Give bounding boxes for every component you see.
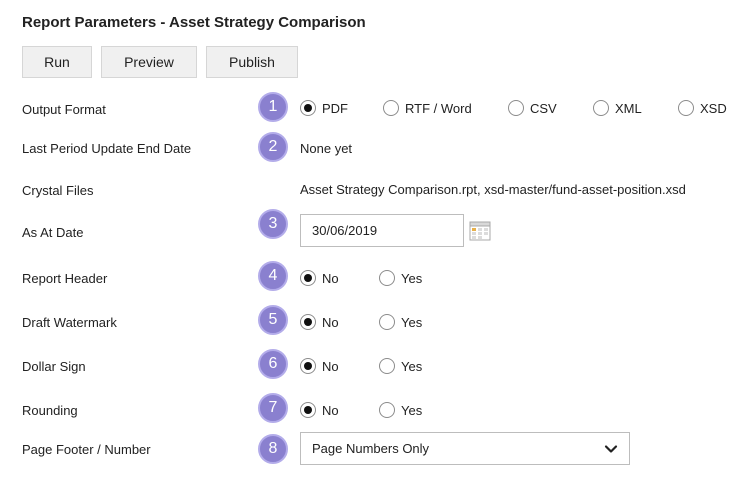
draft-watermark-no-radio[interactable]: No [300,314,339,330]
as-at-date-input[interactable]: 30/06/2019 [300,214,464,247]
radio-button[interactable] [300,314,316,330]
as-at-date-label: As At Date [22,225,84,240]
output-format-csv-radio[interactable]: CSV [508,100,557,116]
output-format-pdf-radio[interactable]: PDF [300,100,348,116]
publish-button[interactable]: Publish [206,46,298,78]
radio-button[interactable] [379,358,395,374]
step-badge-6: 6 [258,349,288,379]
radio-label: Yes [401,270,423,286]
last-period-value: None yet [300,141,353,156]
chevron-down-icon [604,444,618,453]
radio-button[interactable] [300,270,316,286]
page-footer-selected-value: Page Numbers Only [312,441,430,456]
output-format-rtf-radio[interactable]: RTF / Word [383,100,472,116]
rounding-label: Rounding [22,403,78,418]
radio-label: XML [615,100,642,116]
step-badge-3: 3 [258,209,288,239]
radio-button[interactable] [379,270,395,286]
dollar-sign-no-radio[interactable]: No [300,358,339,374]
rounding-yes-radio[interactable]: Yes [379,402,422,418]
radio-button[interactable] [508,100,524,116]
step-badge-7: 7 [258,393,288,423]
preview-button[interactable]: Preview [101,46,197,78]
step-badge-8: 8 [258,434,288,464]
report-header-no-radio[interactable]: No [300,270,339,286]
step-badge-2: 2 [258,132,288,162]
radio-label: RTF / Word [405,100,472,116]
radio-label: XSD [700,100,727,116]
radio-label: No [322,358,339,374]
crystal-files-label: Crystal Files [22,183,94,198]
radio-button[interactable] [300,100,316,116]
page-footer-select[interactable]: Page Numbers Only [300,432,630,465]
output-format-xsd-radio[interactable]: XSD [678,100,727,116]
radio-label: Yes [401,314,423,330]
report-header-label: Report Header [22,271,108,286]
last-period-label: Last Period Update End Date [22,141,192,156]
run-button[interactable]: Run [22,46,92,78]
radio-button[interactable] [678,100,694,116]
as-at-date-value: 30/06/2019 [312,223,378,238]
radio-button[interactable] [593,100,609,116]
dollar-sign-label: Dollar Sign [22,359,86,374]
draft-watermark-label: Draft Watermark [22,315,117,330]
radio-button[interactable] [383,100,399,116]
calendar-icon[interactable] [469,220,491,242]
radio-label: Yes [401,402,423,418]
radio-button[interactable] [300,402,316,418]
draft-watermark-yes-radio[interactable]: Yes [379,314,422,330]
crystal-files-value: Asset Strategy Comparison.rpt, xsd-maste… [300,182,686,197]
page-title: Report Parameters - Asset Strategy Compa… [22,14,366,31]
output-format-xml-radio[interactable]: XML [593,100,642,116]
radio-label: CSV [530,100,557,116]
radio-label: No [322,402,339,418]
radio-label: Yes [401,358,423,374]
radio-label: PDF [322,100,348,116]
radio-label: No [322,270,339,286]
page-footer-label: Page Footer / Number [22,442,151,457]
step-badge-1: 1 [258,92,288,122]
step-badge-4: 4 [258,261,288,291]
report-header-yes-radio[interactable]: Yes [379,270,422,286]
radio-label: No [322,314,339,330]
step-badge-5: 5 [258,305,288,335]
radio-button[interactable] [379,402,395,418]
radio-button[interactable] [379,314,395,330]
output-format-label: Output Format [22,102,106,117]
dollar-sign-yes-radio[interactable]: Yes [379,358,422,374]
rounding-no-radio[interactable]: No [300,402,339,418]
radio-button[interactable] [300,358,316,374]
